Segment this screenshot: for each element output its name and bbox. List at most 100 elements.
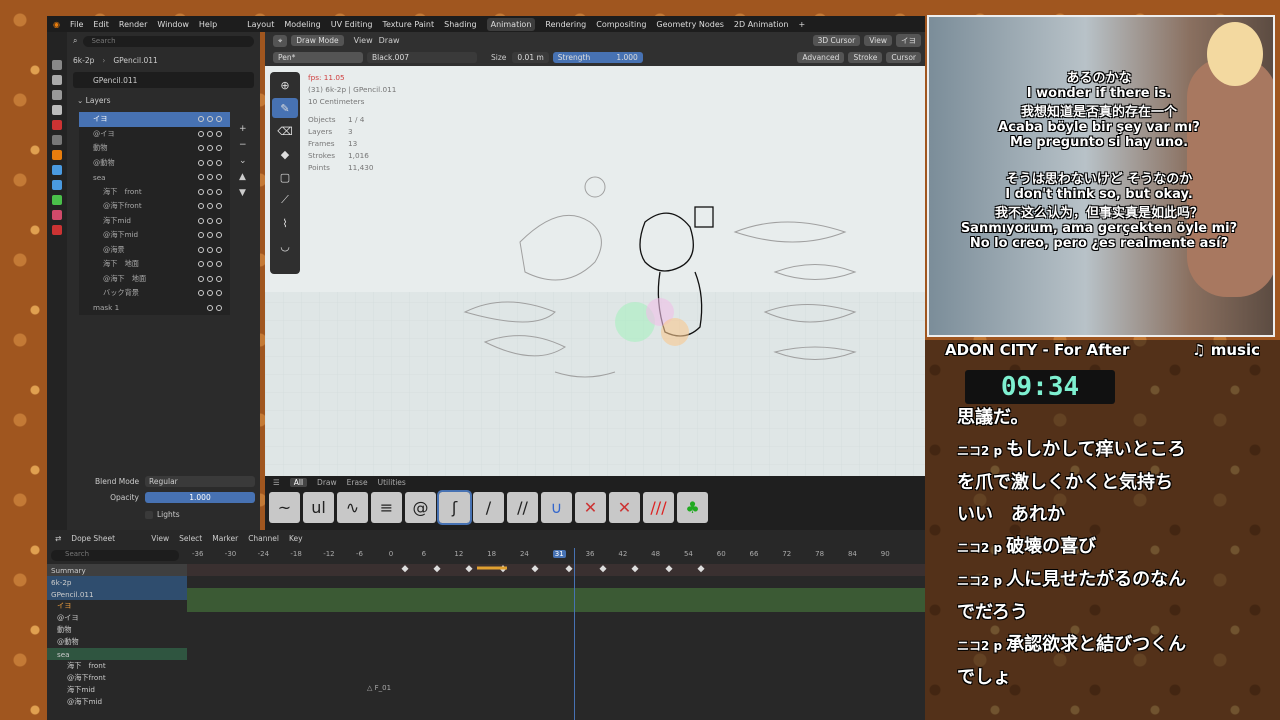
- tab-animation[interactable]: Animation: [486, 17, 536, 31]
- fill-tool-icon[interactable]: ◆: [272, 144, 298, 164]
- object-tab-icon[interactable]: [52, 150, 62, 160]
- brush-thumbnail[interactable]: ul: [303, 492, 334, 523]
- editor-type-icon[interactable]: ⌖: [273, 34, 288, 47]
- brush-thumbnail-active[interactable]: ʃ: [437, 490, 472, 525]
- menu-channel[interactable]: Channel: [248, 534, 279, 543]
- material-select[interactable]: Black.007: [367, 52, 477, 63]
- layer-row[interactable]: @イヨ: [79, 127, 230, 142]
- menu-select[interactable]: Select: [179, 534, 202, 543]
- cursor-dropdown[interactable]: Cursor: [886, 52, 921, 63]
- layer-select[interactable]: イヨ: [896, 34, 921, 47]
- menu-file[interactable]: File: [70, 20, 83, 29]
- layer-row[interactable]: @海景: [79, 243, 230, 258]
- menu-render[interactable]: Render: [119, 20, 147, 29]
- channel-layer[interactable]: @海下mid: [47, 696, 187, 708]
- menu-view[interactable]: View: [151, 534, 169, 543]
- playhead[interactable]: [574, 548, 575, 720]
- layer-row[interactable]: 海下 front: [79, 185, 230, 200]
- chevron-down-icon[interactable]: ⌄: [239, 156, 247, 166]
- move-up-icon[interactable]: ▲: [239, 172, 247, 182]
- tab-texture-paint[interactable]: Texture Paint: [382, 20, 434, 29]
- channel-layer[interactable]: 動物: [47, 624, 187, 636]
- tab-layout[interactable]: Layout: [247, 20, 274, 29]
- channel-object[interactable]: 6k-2p: [47, 576, 187, 588]
- tool-tab-icon[interactable]: [52, 60, 62, 70]
- brush-thumbnail[interactable]: ∿: [337, 492, 368, 523]
- tab-rendering[interactable]: Rendering: [545, 20, 586, 29]
- cursor-tool-icon[interactable]: ⊕: [272, 75, 298, 95]
- tab-2d-animation[interactable]: 2D Animation: [734, 20, 789, 29]
- layer-row[interactable]: 海下 地面: [79, 257, 230, 272]
- draw-tool-icon[interactable]: ✎: [272, 98, 298, 118]
- brush-thumbnail[interactable]: ≡: [371, 492, 402, 523]
- stroke-dropdown[interactable]: Stroke: [848, 52, 883, 63]
- layer-row[interactable]: @海下mid: [79, 228, 230, 243]
- gpencil-name[interactable]: GPencil.011: [113, 56, 157, 65]
- marker-label[interactable]: △ F_01: [367, 684, 391, 692]
- channel-layer[interactable]: @動物: [47, 636, 187, 648]
- modifier-tab-icon[interactable]: [52, 165, 62, 175]
- tab-compositing[interactable]: Compositing: [596, 20, 646, 29]
- editor-type-icon[interactable]: ⇄: [55, 534, 61, 543]
- advanced-dropdown[interactable]: Advanced: [797, 52, 845, 63]
- channel-gpencil[interactable]: GPencil.011: [47, 588, 187, 600]
- brush-thumbnail[interactable]: ~: [269, 492, 300, 523]
- data-block-field[interactable]: GPencil.011: [93, 76, 137, 85]
- opacity-slider[interactable]: 1.000: [145, 492, 255, 503]
- material-tab-icon[interactable]: [52, 210, 62, 220]
- brush-select[interactable]: Pen*: [273, 52, 363, 63]
- mode-select[interactable]: Draw Mode: [291, 35, 344, 46]
- brush-thumbnail[interactable]: ✕: [575, 492, 606, 523]
- layer-row[interactable]: @海下front: [79, 199, 230, 214]
- layer-row[interactable]: mask 1: [79, 301, 230, 316]
- shelf-tab-erase[interactable]: Erase: [347, 478, 368, 487]
- brush-thumbnail[interactable]: //: [507, 492, 538, 523]
- brush-thumbnail[interactable]: ♣: [677, 492, 708, 523]
- layer-row[interactable]: @海下 地面: [79, 272, 230, 287]
- timeline-ruler[interactable]: -36 -30 -24 -18 -12 -6 0 6 12 18 24 31 3…: [192, 550, 922, 558]
- strength-slider[interactable]: Strength 1.000: [552, 52, 643, 63]
- layer-row[interactable]: イヨ: [79, 112, 230, 127]
- lights-checkbox[interactable]: [145, 510, 153, 519]
- erase-tool-icon[interactable]: ⌫: [272, 121, 298, 141]
- move-down-icon[interactable]: ▼: [239, 188, 247, 198]
- brush-thumbnail[interactable]: ∪: [541, 492, 572, 523]
- search-input[interactable]: Search: [83, 35, 254, 47]
- dope-search-input[interactable]: Search: [51, 550, 179, 561]
- dope-mode-select[interactable]: Dope Sheet: [71, 534, 141, 543]
- remove-layer-icon[interactable]: −: [239, 140, 247, 150]
- menu-key[interactable]: Key: [289, 534, 303, 543]
- eyedropper-tool-icon[interactable]: ⌇: [272, 213, 298, 233]
- tab-geometry-nodes[interactable]: Geometry Nodes: [656, 20, 723, 29]
- menu-help[interactable]: Help: [199, 20, 217, 29]
- layer-group-row[interactable]: sea: [79, 170, 230, 185]
- menu-view[interactable]: View: [354, 36, 373, 45]
- shelf-tab-draw[interactable]: Draw: [317, 478, 337, 487]
- layer-row[interactable]: 動物: [79, 141, 230, 156]
- blend-mode-select[interactable]: Regular: [145, 476, 255, 487]
- channel-group[interactable]: sea: [47, 648, 187, 660]
- size-field[interactable]: 0.01 m: [512, 52, 549, 63]
- object-name[interactable]: 6k-2p: [73, 56, 94, 65]
- layer-row[interactable]: バック背景: [79, 286, 230, 301]
- add-layer-icon[interactable]: +: [239, 124, 247, 134]
- layer-row[interactable]: @動物: [79, 156, 230, 171]
- menu-marker[interactable]: Marker: [212, 534, 238, 543]
- shelf-tab-all[interactable]: All: [289, 477, 308, 487]
- chevron-down-icon[interactable]: ⌄: [77, 96, 86, 105]
- tab-shading[interactable]: Shading: [444, 20, 477, 29]
- box-tool-icon[interactable]: ▢: [272, 167, 298, 187]
- current-frame-indicator[interactable]: 31: [552, 550, 586, 558]
- channel-layer[interactable]: 海下 front: [47, 660, 187, 672]
- menu-draw[interactable]: Draw: [379, 36, 400, 45]
- shelf-tab-utilities[interactable]: Utilities: [378, 478, 406, 487]
- keyframes[interactable]: [187, 564, 925, 714]
- tab-modeling[interactable]: Modeling: [284, 20, 320, 29]
- line-tool-icon[interactable]: ⟋: [272, 190, 298, 210]
- menu-edit[interactable]: Edit: [93, 20, 109, 29]
- world-tab-icon[interactable]: [52, 135, 62, 145]
- output-tab-icon[interactable]: [52, 90, 62, 100]
- channel-layer[interactable]: 海下mid: [47, 684, 187, 696]
- curve-tool-icon[interactable]: ◡: [272, 236, 298, 256]
- add-workspace-icon[interactable]: +: [798, 20, 805, 29]
